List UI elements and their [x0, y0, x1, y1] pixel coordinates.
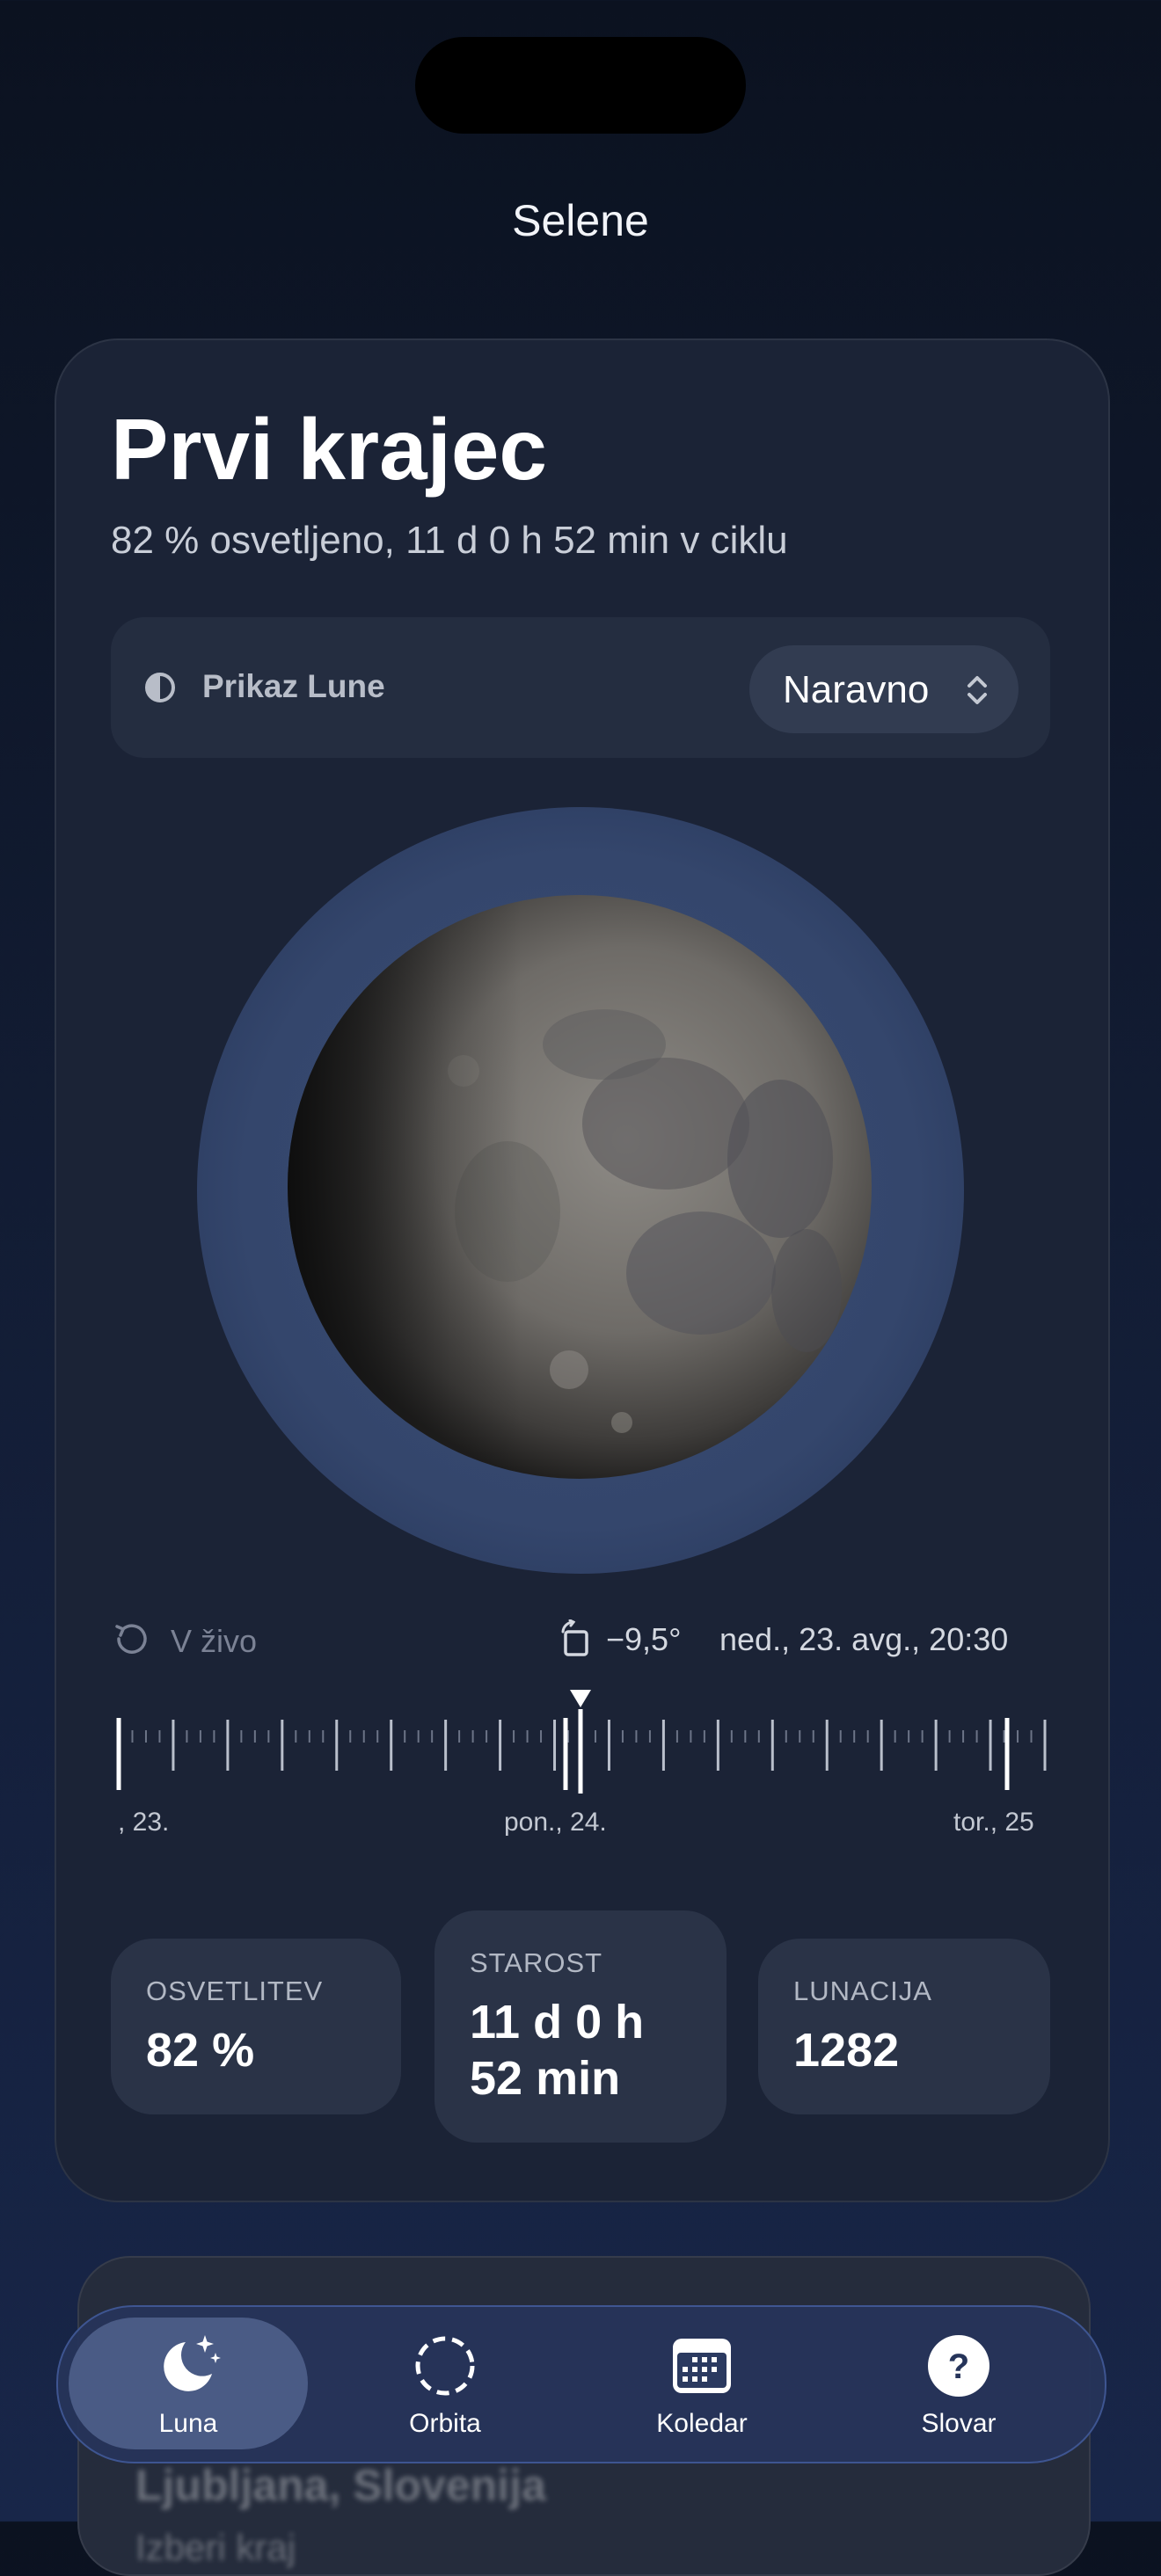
phase-subtitle: 82 % osvetljeno, 11 d 0 h 52 min v ciklu — [111, 519, 788, 562]
location-change-link[interactable]: Izberi kraj — [135, 2527, 296, 2569]
orbit-dashed-circle-icon — [415, 2336, 475, 2396]
timeline-label-mid: pon., 24. — [504, 1808, 607, 1837]
app-title: Selene — [512, 196, 649, 245]
tab-slovar[interactable]: ? Slovar — [839, 2318, 1078, 2449]
stat-age: STAROST 11 d 0 h 52 min — [434, 1910, 727, 2143]
reset-arrow-icon — [115, 1624, 147, 1654]
calendar-icon — [673, 2339, 731, 2393]
dynamic-island — [415, 37, 746, 134]
stat-lunation-label: LUNACIJA — [793, 1976, 932, 2006]
tab-orbita-label: Orbita — [409, 2409, 481, 2438]
stat-age-value-line1: 11 d 0 h — [470, 1996, 645, 2048]
selected-datetime[interactable]: ned., 23. avg., 20:30 — [719, 1621, 1008, 1658]
tab-orbita[interactable]: Orbita — [325, 2318, 565, 2449]
tab-koledar-label: Koledar — [656, 2409, 748, 2438]
tab-bar: Luna Orbita Koledar ? Slovar — [56, 2305, 1106, 2463]
timeline-label-start: , 23. — [118, 1808, 170, 1837]
moon-image — [288, 895, 872, 1479]
timeline-label-end: tor., 25 — [953, 1808, 1034, 1837]
moon-display-row: Prikaz Lune Naravno — [111, 617, 1050, 758]
svg-text:?: ? — [948, 2347, 969, 2386]
chevron-up-down-icon — [968, 676, 987, 704]
phase-name: Prvi krajec — [111, 401, 547, 498]
tilt-value: −9,5° — [606, 1621, 682, 1657]
stat-age-value-line2: 52 min — [470, 2052, 621, 2105]
moon-display-label: Prikaz Lune — [202, 668, 385, 704]
stat-illumination-label: OSVETLITEV — [146, 1976, 324, 2006]
stat-illumination: OSVETLITEV 82 % — [111, 1939, 401, 2114]
tab-koledar[interactable]: Koledar — [582, 2318, 821, 2449]
rotation-tilt-icon — [561, 1619, 588, 1656]
live-label: V živo — [171, 1623, 258, 1659]
location-name: Ljubljana, Slovenija — [135, 2461, 546, 2510]
tab-luna-label: Luna — [158, 2409, 218, 2438]
tab-luna[interactable]: Luna — [69, 2318, 308, 2449]
contrast-icon — [145, 673, 175, 702]
moon-stars-icon — [164, 2335, 221, 2391]
question-circle-icon: ? — [928, 2335, 989, 2397]
stat-lunation: LUNACIJA 1282 — [758, 1939, 1050, 2114]
moon-display-mode-select[interactable]: Naravno — [749, 645, 1019, 733]
time-scrubber[interactable] — [106, 1679, 1055, 1794]
stat-lunation-value: 1282 — [793, 2024, 900, 2077]
timeline-pointer-icon — [570, 1690, 591, 1707]
stat-age-label: STAROST — [470, 1947, 603, 1978]
tab-slovar-label: Slovar — [921, 2409, 997, 2438]
stat-illumination-value: 82 % — [146, 2024, 255, 2077]
moon-display-mode-value: Naravno — [783, 668, 930, 711]
